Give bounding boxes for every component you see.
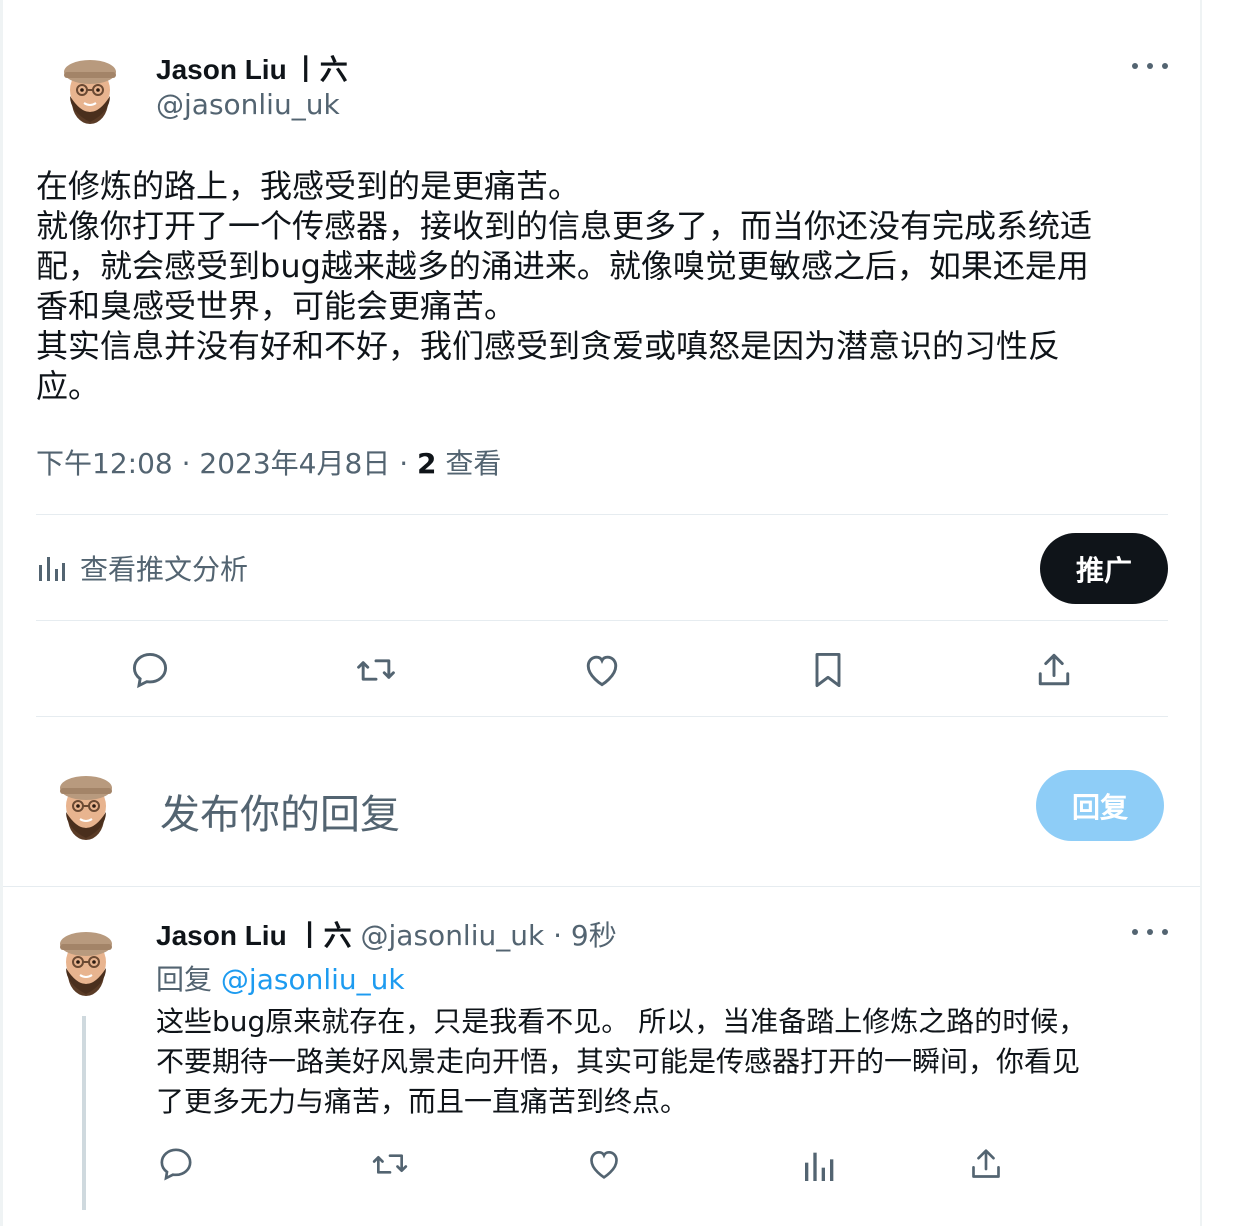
reply-retweet-icon[interactable] <box>370 1144 410 1184</box>
views-label: 查看 <box>445 447 502 480</box>
analytics-icon <box>39 557 65 581</box>
reply-author-avatar[interactable] <box>48 922 124 998</box>
reply-author-handle[interactable]: @jasonliu_uk <box>361 919 545 952</box>
author-avatar[interactable] <box>52 50 128 126</box>
reply-header: Jason Liu 丨六 @jasonliu_uk · 9秒 <box>156 919 617 952</box>
more-options-icon[interactable] <box>1132 56 1168 76</box>
reply-submit-button[interactable]: 回复 <box>1036 770 1164 841</box>
reply-author-name[interactable]: Jason Liu <box>156 920 287 951</box>
analytics-label: 查看推文分析 <box>80 553 249 586</box>
reply-icon[interactable] <box>128 648 172 692</box>
bookmark-icon[interactable] <box>806 648 850 692</box>
divider <box>36 514 1168 515</box>
promote-button[interactable]: 推广 <box>1040 533 1168 604</box>
reply-age[interactable]: 9秒 <box>571 919 617 952</box>
divider <box>36 620 1168 621</box>
replying-to-handle[interactable]: @jasonliu_uk <box>221 963 405 996</box>
tweet-time[interactable]: 下午12:08 <box>36 447 173 480</box>
reply-reply-icon[interactable] <box>156 1144 196 1184</box>
author-name[interactable]: Jason Liu <box>156 54 287 85</box>
divider <box>36 716 1168 717</box>
author-name-row[interactable]: Jason Liu 丨六 <box>156 48 348 88</box>
reply-like-icon[interactable] <box>584 1144 624 1184</box>
author-name-suffix: 丨六 <box>291 53 348 86</box>
reply-more-options-icon[interactable] <box>1132 922 1168 942</box>
thread-line <box>82 1016 86 1210</box>
reply-author-suffix: 丨六 <box>295 919 352 952</box>
share-icon[interactable] <box>1032 648 1076 692</box>
tweet-date[interactable]: 2023年4月8日 <box>199 447 390 480</box>
author-handle[interactable]: @jasonliu_uk <box>156 88 340 121</box>
like-icon[interactable] <box>580 648 624 692</box>
tweet-text: 在修炼的路上，我感受到的是更痛苦。 就像你打开了一个传感器，接收到的信息更多了，… <box>36 167 1093 405</box>
replying-to-label: 回复 <box>156 963 213 996</box>
reply-analytics-icon[interactable] <box>800 1146 840 1186</box>
retweet-icon[interactable] <box>354 648 398 692</box>
views-count: 2 <box>417 447 437 480</box>
reply-input[interactable]: 发布你的回复 <box>160 782 400 840</box>
my-avatar[interactable] <box>48 766 124 842</box>
view-analytics-link[interactable]: 查看推文分析 <box>36 548 248 588</box>
divider <box>3 886 1200 887</box>
replying-to: 回复 @jasonliu_uk <box>156 958 405 998</box>
tweet-meta: 下午12:08 · 2023年4月8日 · 2 查看 <box>36 447 502 480</box>
reply-text: 这些bug原来就存在，只是我看不见。 所以，当准备踏上修炼之路的时候， 不要期待… <box>156 1005 1087 1118</box>
reply-share-icon[interactable] <box>966 1144 1006 1184</box>
